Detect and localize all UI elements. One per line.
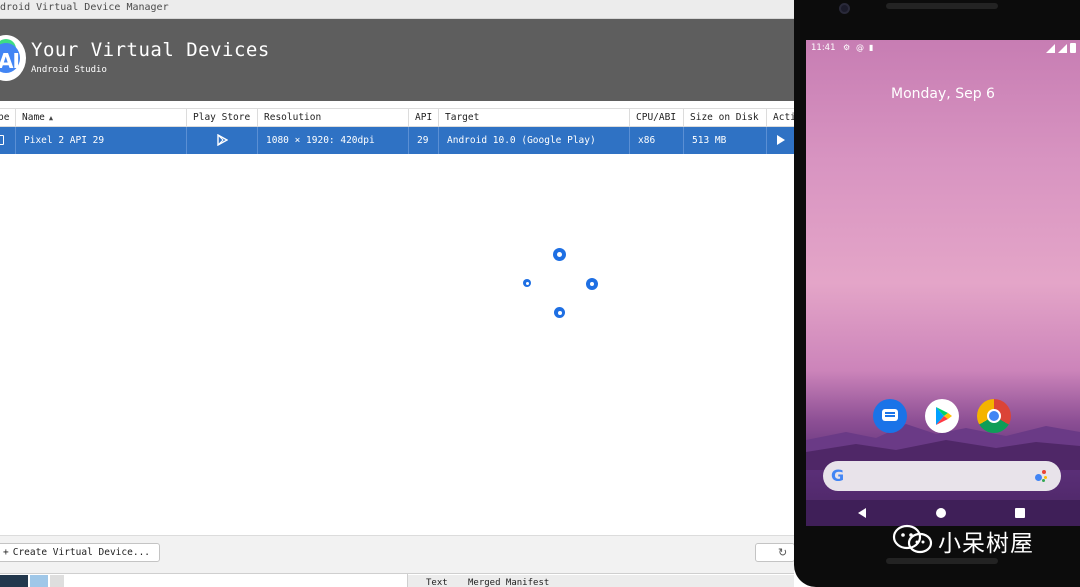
google-g-icon: G: [831, 466, 845, 485]
column-header-name[interactable]: Name ▲: [16, 109, 187, 127]
android-studio-logo-icon: AI: [0, 35, 26, 81]
chrome-icon[interactable]: [977, 399, 1011, 433]
column-header-label: Acti: [773, 112, 794, 123]
spinner-dot: [586, 278, 598, 290]
column-header-cpu-abi[interactable]: CPU/ABI: [630, 109, 684, 127]
cell-cpu-abi: x86: [630, 127, 684, 154]
wechat-logo-icon: [892, 524, 933, 554]
column-header-label: Size on Disk: [690, 112, 759, 123]
home-date[interactable]: Monday, Sep 6: [806, 86, 1080, 102]
column-header-target[interactable]: Target: [439, 109, 630, 127]
play-store-icon[interactable]: [925, 399, 959, 433]
cell-name: Pixel 2 API 29: [16, 127, 187, 154]
editor-tab-bar: Text Merged Manifest: [408, 575, 794, 587]
phone-screen[interactable]: 11:41 ⚙ @ ▮ Monday, Sep 6 G: [806, 40, 1080, 526]
cell-type: [0, 127, 16, 154]
logo-text: AI: [0, 49, 20, 73]
column-header-label: Resolution: [264, 112, 322, 123]
phone-speaker: [886, 3, 998, 9]
spinner-dot: [553, 248, 566, 261]
google-search-bar[interactable]: G: [823, 461, 1061, 491]
column-header-size-on-disk[interactable]: Size on Disk: [684, 109, 767, 127]
column-header-play-store[interactable]: Play Store: [187, 109, 258, 127]
thumbnail-image: [30, 575, 48, 587]
cell-actions: [767, 127, 794, 154]
refresh-icon: ↻: [778, 546, 788, 559]
column-header-label: pe: [0, 112, 10, 123]
at-icon: @: [856, 43, 864, 52]
column-header-type[interactable]: pe: [0, 109, 16, 127]
window-titlebar: ndroid Virtual Device Manager: [0, 0, 794, 19]
column-header-label: Name: [22, 112, 45, 123]
play-store-icon: [217, 134, 228, 146]
phone-icon: [0, 135, 4, 145]
cell-target: Android 10.0 (Google Play): [439, 127, 630, 154]
cell-resolution: 1080 × 1920: 420dpi: [258, 127, 409, 154]
create-virtual-device-button[interactable]: + Create Virtual Device...: [0, 543, 160, 562]
watermark: 小呆树屋: [892, 521, 1052, 557]
table-row[interactable]: Pixel 2 API 29 1080 × 1920: 420dpi 29 An…: [0, 127, 794, 154]
window-title: ndroid Virtual Device Manager: [0, 2, 169, 13]
table-header: pe Name▲ Play Store Resolution API Targe…: [0, 108, 794, 127]
watermark-text: 小呆树屋: [938, 531, 1034, 557]
create-button-label: Create Virtual Device...: [12, 547, 151, 558]
wifi-icon: [1046, 44, 1055, 53]
tab-text[interactable]: Text: [426, 578, 448, 587]
recents-icon[interactable]: [1015, 508, 1025, 518]
status-bar: 11:41 ⚙ @ ▮: [806, 40, 1080, 56]
battery-icon: [1070, 43, 1076, 53]
signal-icon: [1058, 44, 1067, 53]
cell-api: 29: [409, 127, 439, 154]
column-header-label: Target: [445, 112, 480, 123]
cell-play-store: [187, 127, 258, 154]
sort-ascending-icon: ▲: [48, 114, 54, 122]
ide-bottom-strip: Text Merged Manifest: [0, 573, 794, 587]
home-icon[interactable]: [936, 508, 946, 518]
column-header-actions[interactable]: Acti: [767, 109, 794, 127]
google-assistant-icon[interactable]: [1035, 470, 1049, 482]
tab-merged-manifest[interactable]: Merged Manifest: [468, 578, 549, 587]
settings-icon: ⚙: [843, 43, 851, 52]
camera-icon: [839, 3, 850, 14]
phone-speaker: [886, 558, 998, 564]
messages-icon[interactable]: [873, 399, 907, 433]
refresh-button[interactable]: ↻: [755, 543, 794, 562]
emulator-phone: 11:41 ⚙ @ ▮ Monday, Sep 6 G: [794, 0, 1080, 587]
column-header-api[interactable]: API: [409, 109, 439, 127]
spinner-dot: [554, 307, 565, 318]
cell-size-on-disk: 513 MB: [684, 127, 767, 154]
back-icon[interactable]: [858, 508, 866, 518]
thumbnail-image: [0, 575, 28, 587]
spinner-dot: [523, 279, 531, 287]
sim-card-icon: ▮: [869, 43, 874, 52]
launch-play-icon[interactable]: [777, 135, 785, 145]
plus-icon: +: [3, 547, 9, 558]
column-header-resolution[interactable]: Resolution: [258, 109, 409, 127]
column-header-label: CPU/ABI: [636, 112, 677, 123]
column-header-label: Play Store: [193, 112, 251, 123]
page-title: Your Virtual Devices: [31, 39, 270, 61]
avd-manager-window: ndroid Virtual Device Manager AI Your Vi…: [0, 0, 794, 587]
thumbnail-image: [50, 575, 64, 587]
status-time: 11:41: [811, 43, 836, 53]
footer-toolbar: + Create Virtual Device... ↻: [0, 535, 794, 573]
page-subtitle: Android Studio: [31, 65, 107, 75]
header-banner: AI Your Virtual Devices Android Studio: [0, 19, 794, 101]
column-header-label: API: [415, 112, 433, 123]
